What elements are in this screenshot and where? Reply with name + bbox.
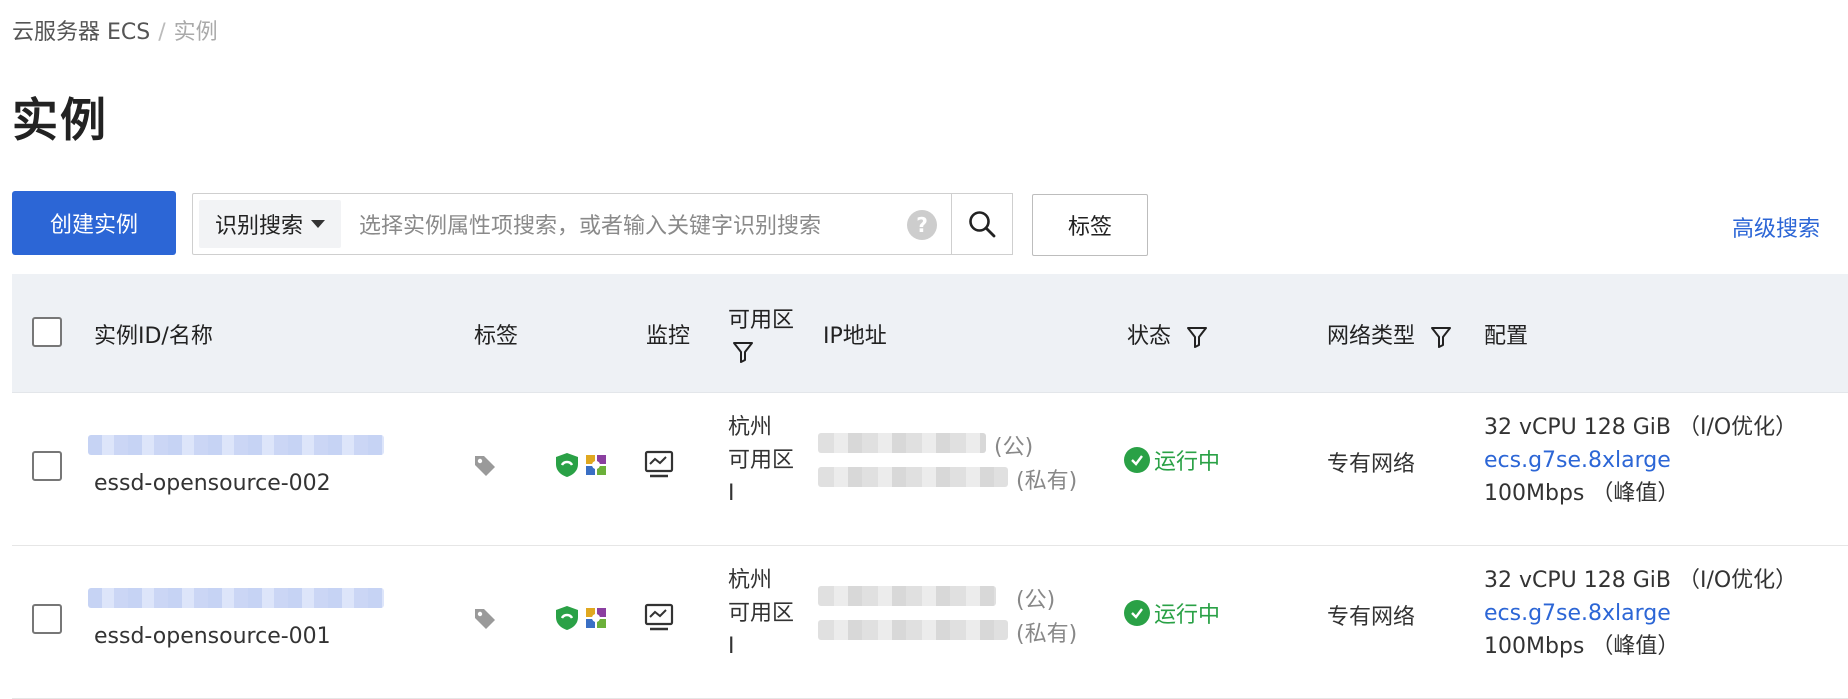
- instance-type-link[interactable]: ecs.g7se.8xlarge: [1484, 444, 1797, 477]
- search-box: 识别搜索 选择实例属性项搜索，或者输入关键字识别搜索 ?: [192, 193, 1013, 255]
- header-tags: 标签: [474, 324, 519, 349]
- status-text: 运行中: [1154, 603, 1221, 628]
- config-spec: 32 vCPU 128 GiB （I/O优化）: [1484, 568, 1798, 593]
- check-circle-icon: [1124, 600, 1150, 626]
- search-type-label: 识别搜索: [215, 214, 304, 239]
- row-checkbox[interactable]: [32, 451, 62, 481]
- instance-name: essd-opensource-002: [94, 471, 331, 496]
- status-text: 运行中: [1154, 450, 1221, 475]
- select-all-checkbox[interactable]: [32, 317, 62, 347]
- breadcrumb-separator: /: [158, 20, 166, 45]
- network-type: 专有网络: [1327, 452, 1416, 477]
- config-cell: 32 vCPU 128 GiB （I/O优化） ecs.g7se.8xlarge…: [1484, 564, 1797, 663]
- header-status: 状态: [1127, 318, 1208, 350]
- instance-name: essd-opensource-001: [94, 624, 331, 649]
- public-ip: [818, 433, 986, 453]
- shield-icon[interactable]: [554, 451, 580, 479]
- private-ip-label: (私有): [1016, 622, 1078, 647]
- breadcrumb-root-link[interactable]: 云服务器 ECS: [12, 20, 150, 45]
- page-title: 实例: [12, 93, 108, 147]
- zone-cell: 杭州 可用区 I: [728, 411, 794, 510]
- filter-icon[interactable]: [732, 340, 754, 364]
- tag-icon[interactable]: [472, 453, 498, 479]
- row-checkbox[interactable]: [32, 604, 62, 634]
- monitor-icon[interactable]: [644, 602, 674, 632]
- network-type: 专有网络: [1327, 605, 1416, 630]
- os-logo-icon: [586, 608, 606, 628]
- tag-icon[interactable]: [472, 606, 498, 632]
- advanced-search-link[interactable]: 高级搜索: [1732, 211, 1820, 243]
- zone-cell: 杭州 可用区 I: [728, 564, 794, 663]
- search-icon: [969, 211, 996, 238]
- check-circle-icon: [1124, 447, 1150, 473]
- header-ip: IP地址: [823, 324, 887, 349]
- table-row: essd-opensource-001 杭州 可用区 I (公) (私有) 运行…: [12, 546, 1848, 699]
- status-badge: 运行中: [1124, 597, 1220, 629]
- breadcrumb: 云服务器 ECS / 实例: [12, 14, 218, 46]
- zone-letter: I: [728, 634, 735, 659]
- zone-city: 杭州: [728, 415, 773, 440]
- search-type-dropdown[interactable]: 识别搜索: [199, 200, 341, 248]
- public-ip: [818, 586, 996, 606]
- header-config: 配置: [1484, 324, 1529, 349]
- caret-down-icon: [311, 220, 326, 228]
- zone-label: 可用区: [728, 601, 795, 626]
- config-bandwidth: 100Mbps （峰值）: [1484, 634, 1680, 659]
- zone-letter: I: [728, 481, 735, 506]
- status-badge: 运行中: [1124, 444, 1220, 476]
- shield-icon[interactable]: [554, 604, 580, 632]
- config-bandwidth: 100Mbps （峰值）: [1484, 481, 1680, 506]
- config-cell: 32 vCPU 128 GiB （I/O优化） ecs.g7se.8xlarge…: [1484, 411, 1797, 510]
- header-monitor: 监控: [646, 324, 691, 349]
- create-instance-button[interactable]: 创建实例: [12, 191, 176, 255]
- breadcrumb-current: 实例: [173, 20, 218, 45]
- table-row: essd-opensource-002 杭州 可用区 I (公) (私有) 运行…: [12, 393, 1848, 546]
- instance-type-link[interactable]: ecs.g7se.8xlarge: [1484, 597, 1797, 630]
- header-network: 网络类型: [1327, 318, 1452, 350]
- help-icon[interactable]: ?: [907, 210, 937, 240]
- monitor-icon[interactable]: [644, 449, 674, 479]
- header-network-label: 网络类型: [1327, 324, 1416, 349]
- table-header: 实例ID/名称 标签 监控 可用区 IP地址 状态 网络类型 配置: [12, 274, 1848, 393]
- private-ip: [818, 467, 1008, 487]
- header-zone-label: 可用区: [728, 308, 795, 333]
- private-ip-label: (私有): [1016, 469, 1078, 494]
- instance-id-link[interactable]: [88, 435, 384, 455]
- header-instance: 实例ID/名称: [94, 324, 213, 349]
- filter-icon[interactable]: [1430, 325, 1452, 349]
- filter-icon[interactable]: [1186, 325, 1208, 349]
- search-button[interactable]: [951, 193, 1013, 255]
- search-input[interactable]: 选择实例属性项搜索，或者输入关键字识别搜索: [359, 208, 821, 240]
- header-status-label: 状态: [1127, 324, 1172, 349]
- zone-city: 杭州: [728, 568, 773, 593]
- header-zone: 可用区: [728, 302, 794, 364]
- private-ip: [818, 620, 1008, 640]
- instance-id-link[interactable]: [88, 588, 384, 608]
- public-ip-label: (公): [1016, 588, 1056, 613]
- public-ip-label: (公): [994, 435, 1034, 460]
- os-logo-icon: [586, 455, 606, 475]
- tag-filter-button[interactable]: 标签: [1032, 194, 1148, 256]
- config-spec: 32 vCPU 128 GiB （I/O优化）: [1484, 415, 1798, 440]
- zone-label: 可用区: [728, 448, 795, 473]
